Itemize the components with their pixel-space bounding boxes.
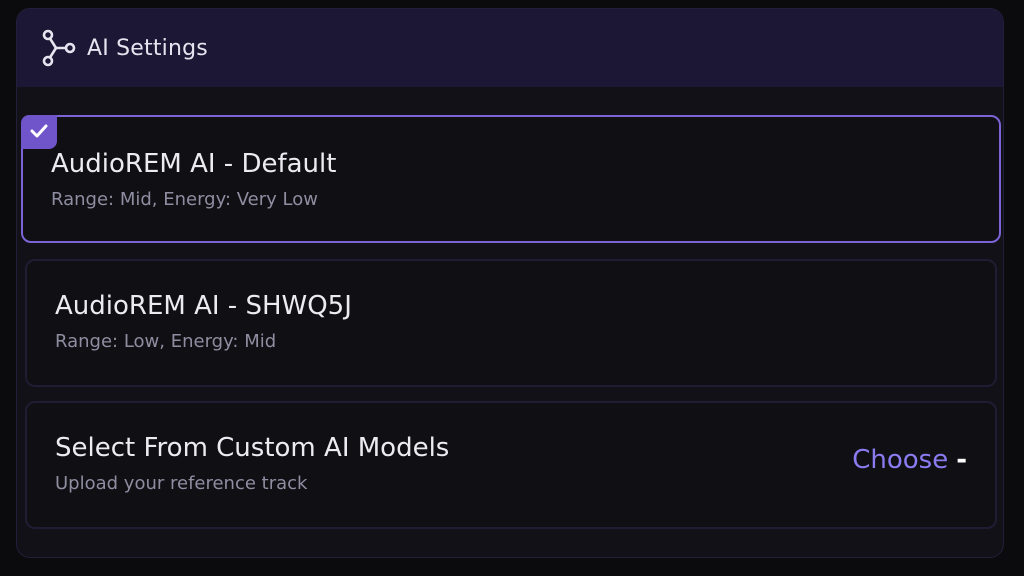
option-audiorem-default[interactable]: AudioREM AI - Default Range: Mid, Energy… — [21, 115, 1001, 243]
panel-title: AI Settings — [87, 35, 208, 61]
panel-header: AI Settings — [17, 9, 1003, 87]
option-subtitle: Range: Mid, Energy: Very Low — [51, 189, 318, 210]
option-title: Select From Custom AI Models — [55, 433, 450, 463]
option-title: AudioREM AI - Default — [51, 149, 337, 179]
checkmark-icon — [30, 123, 48, 142]
choose-dash: - — [956, 445, 967, 475]
ai-settings-panel: AI Settings AudioREM AI - Default Range:… — [16, 8, 1004, 558]
selected-check-badge — [21, 115, 57, 149]
network-nodes-icon — [39, 28, 77, 68]
choose-label: Choose — [852, 445, 949, 475]
option-subtitle: Upload your reference track — [55, 473, 308, 494]
option-audiorem-shwq5j[interactable]: AudioREM AI - SHWQ5J Range: Low, Energy:… — [25, 259, 997, 387]
choose-model-button[interactable]: Choose - — [852, 445, 967, 475]
option-title: AudioREM AI - SHWQ5J — [55, 291, 352, 321]
option-subtitle: Range: Low, Energy: Mid — [55, 331, 277, 352]
option-custom-ai-models: Select From Custom AI Models Upload your… — [25, 401, 997, 529]
